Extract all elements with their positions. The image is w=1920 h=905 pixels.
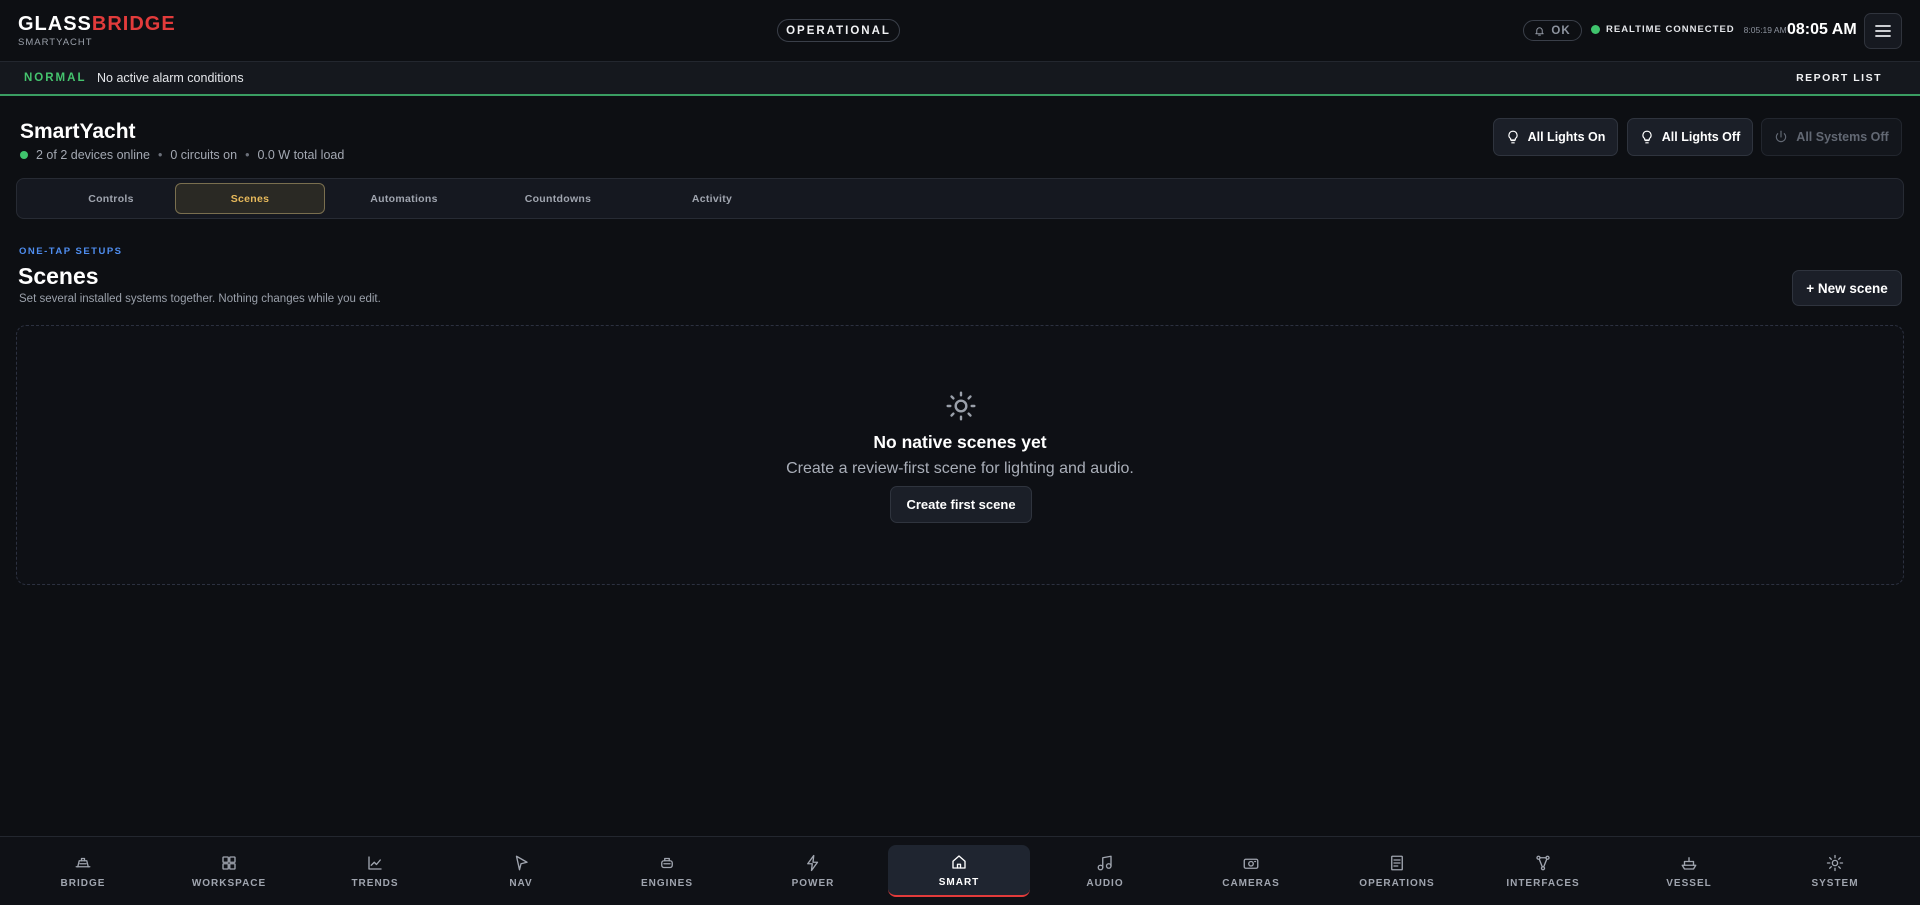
nav-label: AUDIO xyxy=(1086,877,1124,889)
bridge-icon xyxy=(75,857,91,867)
connection-time: 8:05:19 AM xyxy=(1743,24,1787,35)
nav-smart[interactable]: SMART xyxy=(888,845,1030,897)
connection-dot-icon xyxy=(1591,25,1600,34)
create-first-scene-button[interactable]: Create first scene xyxy=(890,486,1032,523)
alarm-bar: NORMAL No active alarm conditions REPORT… xyxy=(0,62,1920,96)
nav-workspace[interactable]: WORKSPACE xyxy=(158,845,300,897)
nav-vessel[interactable]: VESSEL xyxy=(1618,845,1760,897)
gear-icon xyxy=(1826,854,1844,871)
nav-label: POWER xyxy=(791,877,835,889)
clock: 08:05 AM xyxy=(1787,21,1857,38)
brand-name: GLASSBRIDGE xyxy=(18,14,176,34)
navigation-icon xyxy=(515,855,528,870)
empty-state-title: No native scenes yet xyxy=(873,432,1047,452)
tab-controls[interactable]: Controls xyxy=(36,183,186,214)
brand-name-part2: BRIDGE xyxy=(91,13,176,35)
devices-online: 2 of 2 devices online xyxy=(36,148,150,162)
camera-icon xyxy=(1243,858,1259,869)
nav-operations[interactable]: OPERATIONS xyxy=(1326,845,1468,897)
all-systems-off-button[interactable]: All Systems Off xyxy=(1761,118,1902,156)
nav-power[interactable]: POWER xyxy=(742,845,884,897)
section-subtitle: Set several installed systems together. … xyxy=(19,293,381,305)
total-load: 0.0 W total load xyxy=(257,148,345,162)
ship-icon xyxy=(1681,856,1697,870)
nav-nav[interactable]: NAV xyxy=(450,845,592,897)
lightbulb-icon xyxy=(1642,130,1652,144)
tab-activity[interactable]: Activity xyxy=(637,183,787,214)
nav-label: OPERATIONS xyxy=(1359,877,1435,889)
tab-scenes[interactable]: Scenes xyxy=(175,183,325,214)
nav-label: TRENDS xyxy=(351,877,399,889)
lightbulb-icon xyxy=(1508,130,1518,144)
nav-cameras[interactable]: CAMERAS xyxy=(1180,845,1322,897)
chart-icon xyxy=(368,855,382,870)
nav-label: BRIDGE xyxy=(60,877,106,889)
separator-dot: • xyxy=(157,148,163,162)
nav-audio[interactable]: AUDIO xyxy=(1034,845,1176,897)
nav-engines[interactable]: ENGINES xyxy=(596,845,738,897)
new-scene-button[interactable]: + New scene xyxy=(1792,270,1902,306)
all-lights-off-button[interactable]: All Lights Off xyxy=(1627,118,1753,156)
page-summary: 2 of 2 devices online • 0 circuits on • … xyxy=(20,148,344,162)
document-icon xyxy=(1391,855,1403,870)
circuits-on: 0 circuits on xyxy=(170,148,238,162)
alarm-message: No active alarm conditions xyxy=(97,71,244,85)
section-eyebrow: ONE-TAP SETUPS xyxy=(19,246,123,257)
nav-label: WORKSPACE xyxy=(191,877,267,889)
nav-label: INTERFACES xyxy=(1506,877,1580,889)
all-lights-off-label: All Lights Off xyxy=(1661,130,1741,144)
all-systems-off-label: All Systems Off xyxy=(1796,130,1889,144)
nav-bridge[interactable]: BRIDGE xyxy=(12,845,154,897)
nav-label: SYSTEM xyxy=(1811,877,1859,889)
system-status-badge: OPERATIONAL xyxy=(777,19,900,42)
nav-label: SMART xyxy=(938,876,980,888)
nav-label: ENGINES xyxy=(640,877,693,889)
brand-name-part1: GLASS xyxy=(18,13,92,35)
empty-scenes-panel: No native scenes yet Create a review-fir… xyxy=(16,325,1904,585)
report-list-link[interactable]: REPORT LIST xyxy=(1796,72,1882,84)
alarm-level-badge: NORMAL xyxy=(24,72,87,84)
brand-logo[interactable]: GLASSBRIDGE SMARTYACHT xyxy=(18,14,176,48)
nav-label: VESSEL xyxy=(1666,877,1712,889)
top-bar: GLASSBRIDGE SMARTYACHT OPERATIONAL OK RE… xyxy=(0,0,1920,62)
bolt-icon xyxy=(807,854,819,871)
tab-automations[interactable]: Automations xyxy=(329,183,479,214)
music-icon xyxy=(1097,855,1112,870)
bottom-navigation: BRIDGE WORKSPACE TRENDS NAV ENGINES POWE… xyxy=(0,836,1920,905)
tab-countdowns[interactable]: Countdowns xyxy=(483,183,633,214)
nav-label: NAV xyxy=(509,877,533,889)
nav-label: CAMERAS xyxy=(1222,877,1280,889)
nav-interfaces[interactable]: INTERFACES xyxy=(1472,845,1614,897)
all-lights-on-label: All Lights On xyxy=(1527,130,1606,144)
connection-label: REALTIME CONNECTED xyxy=(1606,24,1735,35)
grid-icon xyxy=(222,855,236,870)
all-lights-on-button[interactable]: All Lights On xyxy=(1493,118,1618,156)
home-icon xyxy=(952,854,966,869)
page-title: SmartYacht xyxy=(20,120,136,143)
network-icon xyxy=(1536,855,1550,870)
connection-status: REALTIME CONNECTED 8:05:19 AM xyxy=(1591,24,1787,35)
engine-icon xyxy=(661,857,673,868)
nav-system[interactable]: SYSTEM xyxy=(1764,845,1906,897)
menu-button[interactable] xyxy=(1864,13,1902,49)
nav-trends[interactable]: TRENDS xyxy=(304,845,446,897)
brand-subtitle: SMARTYACHT xyxy=(18,37,93,48)
power-icon xyxy=(1776,130,1787,143)
sun-icon xyxy=(946,391,976,421)
separator-dot: • xyxy=(245,148,250,162)
alerts-status-label: OK xyxy=(1551,24,1571,37)
online-dot-icon xyxy=(20,151,28,159)
bell-icon xyxy=(1535,26,1545,36)
section-tabs: Controls Scenes Automations Countdowns A… xyxy=(16,178,1904,219)
alerts-status-button[interactable]: OK xyxy=(1523,20,1582,41)
empty-state-description: Create a review-first scene for lighting… xyxy=(786,460,1134,477)
section-title: Scenes xyxy=(18,263,99,289)
hamburger-icon xyxy=(1875,25,1891,37)
